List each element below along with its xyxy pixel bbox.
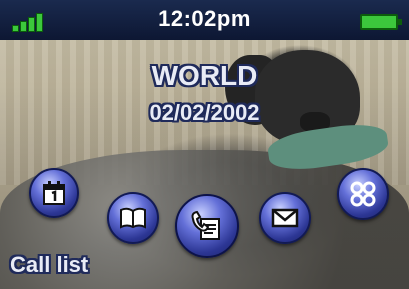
message-icon — [271, 208, 299, 228]
messages-button[interactable] — [259, 192, 311, 244]
main-menu-icon — [350, 181, 376, 207]
call-list-icon — [191, 210, 220, 240]
carrier-name: WORLD — [151, 60, 258, 91]
status-bar: 12:02pm — [0, 0, 409, 40]
call-list-button[interactable] — [175, 194, 239, 258]
status-clock: 12:02pm — [158, 6, 251, 31]
main-menu-button[interactable] — [337, 168, 389, 220]
phonebook-button[interactable] — [107, 192, 159, 244]
calendar-icon — [43, 181, 65, 205]
date-display: 02/02/2002 — [149, 100, 260, 125]
calendar-button[interactable] — [29, 168, 79, 218]
phonebook-icon — [120, 207, 146, 229]
left-softkey-label[interactable]: Call list — [10, 252, 88, 278]
phone-idle-screen: 12:02pm WORLD 02/02/2002 Call list — [0, 0, 409, 289]
battery-icon — [360, 14, 402, 30]
